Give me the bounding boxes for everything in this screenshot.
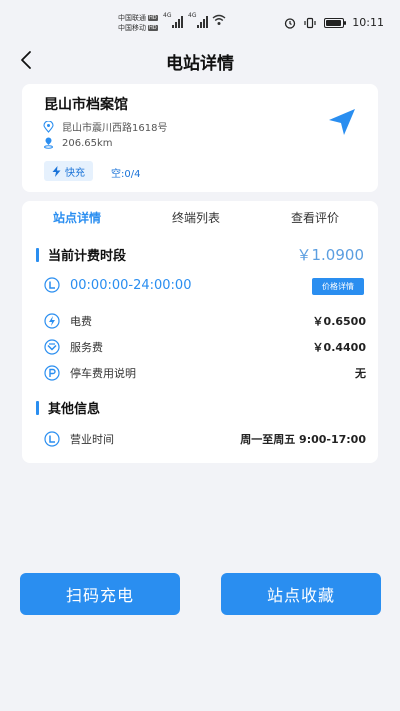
fee-label: 服务费 <box>70 341 103 354</box>
distance-row: 206.65km <box>43 137 113 149</box>
section-marker <box>36 247 39 262</box>
fee-value: ￥0.6500 <box>312 315 366 328</box>
station-address: 昆山市震川西路1618号 <box>62 123 168 134</box>
status-right: 10:11 <box>284 16 384 29</box>
tab-terminal-list[interactable]: 终端列表 <box>172 209 220 226</box>
vibrate-icon <box>304 17 316 28</box>
station-card: 昆山市档案馆 昆山市震川西路1618号 206.65km 快充 空:0/4 <box>22 84 378 192</box>
lightning-icon <box>52 165 61 177</box>
battery-icon <box>324 17 347 28</box>
other-info-title-text: 其他信息 <box>48 402 101 417</box>
current-price: ￥1.0900 <box>296 246 365 264</box>
fee-label: 停车费用说明 <box>70 367 136 380</box>
location-pin-icon <box>43 120 54 133</box>
tab-reviews[interactable]: 查看评价 <box>291 209 339 226</box>
business-hours-row: 营业时间 周一至周五 9:00-17:00 <box>44 430 366 448</box>
fee-row-service: 服务费 ￥0.4400 <box>44 338 366 356</box>
billing-section-title: 当前计费时段 <box>36 245 126 264</box>
carrier-1: 中国联通 <box>118 14 146 22</box>
navigation-bar: 电站详情 <box>0 38 400 82</box>
service-icon <box>44 339 60 355</box>
fast-charge-label: 快充 <box>65 167 85 179</box>
price-details-button[interactable]: 价格详情 <box>312 278 364 295</box>
billing-period-row: 00:00:00-24:00:00 <box>44 277 191 293</box>
business-hours-label: 营业时间 <box>70 433 114 446</box>
clock-icon <box>44 277 60 293</box>
wifi-icon <box>212 14 226 25</box>
page-title: 电站详情 <box>166 54 234 74</box>
other-info-section-title: 其他信息 <box>36 398 100 417</box>
favorite-station-button[interactable]: 站点收藏 <box>221 573 381 615</box>
vacancy-count: 空:0/4 <box>111 169 141 180</box>
detail-card: 站点详情 终端列表 查看评价 当前计费时段 ￥1.0900 00:00:00-2… <box>22 201 378 463</box>
carrier-info: 中国联通 HD 中国移动 HD <box>118 13 158 33</box>
fee-value: ￥0.4400 <box>312 341 366 354</box>
tab-station-details[interactable]: 站点详情 <box>53 209 101 226</box>
fast-charge-badge: 快充 <box>44 161 93 181</box>
section-marker <box>36 400 39 415</box>
hd-badge: HD <box>148 25 158 31</box>
fee-label: 电费 <box>70 315 92 328</box>
scan-charge-button[interactable]: 扫码充电 <box>20 573 180 615</box>
alarm-icon <box>285 17 296 29</box>
fee-row-parking: 停车费用说明 无 <box>44 364 366 382</box>
carrier-2: 中国移动 <box>118 24 146 32</box>
billing-period: 00:00:00-24:00:00 <box>70 277 192 293</box>
parking-icon <box>44 365 60 381</box>
distance-icon <box>44 137 53 149</box>
fee-row-electricity: 电费 ￥0.6500 <box>44 312 366 330</box>
status-bar: 中国联通 HD 中国移动 HD 4G 4G 10:11 <box>0 0 400 38</box>
clock: 10:11 <box>352 16 384 29</box>
tab-bar: 站点详情 终端列表 查看评价 <box>22 209 378 231</box>
signal-icon: 4G <box>188 12 208 28</box>
business-hours-value: 周一至周五 9:00-17:00 <box>240 433 366 446</box>
signal-icon: 4G <box>163 12 183 28</box>
station-distance: 206.65km <box>62 137 113 149</box>
clock-icon <box>44 431 60 447</box>
navigate-icon[interactable] <box>326 106 358 138</box>
lightning-icon <box>44 313 60 329</box>
address-row: 昆山市震川西路1618号 <box>43 119 167 134</box>
billing-title-text: 当前计费时段 <box>48 249 127 264</box>
fee-value: 无 <box>355 367 366 380</box>
station-name: 昆山市档案馆 <box>44 97 128 113</box>
hd-badge: HD <box>148 15 158 21</box>
